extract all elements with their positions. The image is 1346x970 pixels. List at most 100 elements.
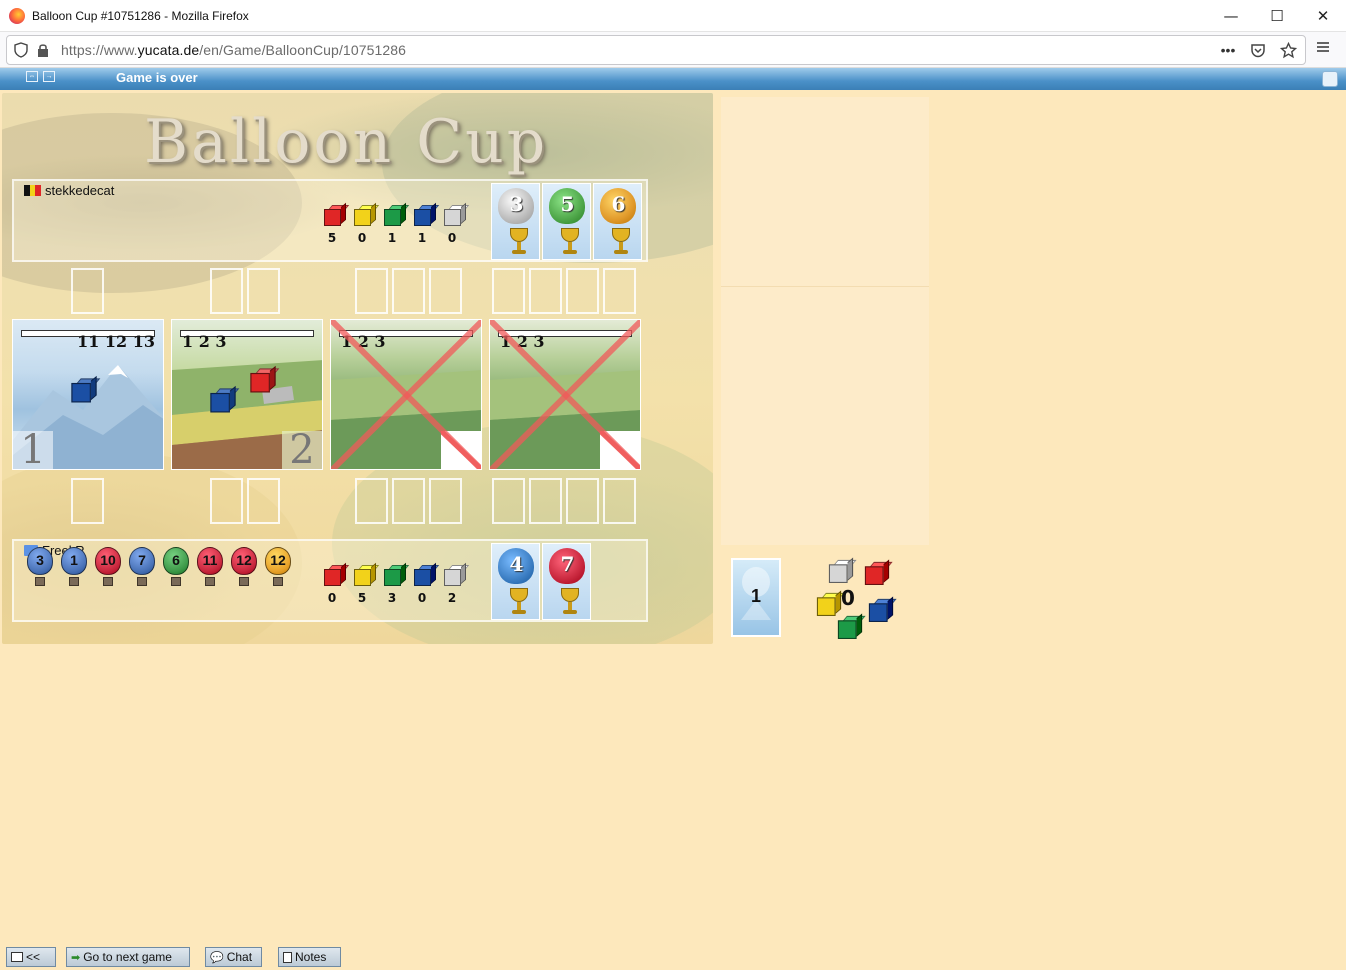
notes-icon (283, 951, 292, 963)
cube-count: 1 (417, 231, 427, 245)
hand-balloon-card[interactable]: 3 (25, 547, 55, 591)
lock-icon[interactable] (35, 42, 51, 58)
blue-cube (414, 202, 440, 227)
game-status-text: Game is over (116, 70, 198, 85)
trophy-card: 5 (542, 183, 591, 260)
url-prefix: https://www. (61, 42, 138, 58)
trophy-number: 4 (509, 552, 524, 576)
balloon-number: 11 (202, 552, 218, 568)
trophy-number: 5 (560, 192, 575, 216)
minimize-button[interactable]: — (1208, 0, 1254, 32)
pocket-icon[interactable] (1249, 41, 1267, 59)
hamburger-menu-icon[interactable] (1316, 40, 1334, 58)
trophy-cup-icon (610, 228, 632, 256)
tile-plains-crossed: 1 2 3 (330, 319, 482, 470)
tile-mountain: 11 12 13 1 (12, 319, 164, 470)
trophy-cup-icon (559, 228, 581, 256)
card-slot (529, 268, 562, 314)
side-panel-divider (721, 286, 929, 287)
url-text[interactable]: https://www.yucata.de/en/Game/BalloonCup… (61, 42, 406, 58)
hand-balloon-card[interactable]: 1 (59, 547, 89, 591)
hand-balloon-card[interactable]: 10 (93, 547, 123, 591)
hand-balloon-card[interactable]: 11 (195, 547, 225, 591)
card-slot (392, 478, 425, 524)
card-slot (492, 268, 525, 314)
scale-right-numbers: 11 12 13 (77, 332, 155, 351)
trophy-card: 3 (491, 183, 540, 260)
yellow-cube (816, 590, 845, 617)
chat-label: Chat (226, 950, 253, 964)
card-slot (247, 268, 280, 314)
maximize-button[interactable]: ☐ (1254, 0, 1300, 32)
next-game-label: Go to next game (83, 950, 172, 964)
balloon-number: 7 (138, 552, 146, 568)
crossed-out-mark (490, 320, 640, 469)
cube-count: 3 (387, 591, 397, 605)
cube-count: 5 (357, 591, 367, 605)
balloon-basket (69, 577, 79, 586)
card-slot (429, 268, 462, 314)
tile-fields: 1 2 3 2 (171, 319, 323, 470)
notes-button[interactable]: Notes (278, 947, 341, 967)
scale-bar: 11 12 13 (21, 328, 155, 354)
player-panel-stekkedecat: stekkedecat 5 0 1 1 0 3 5 6 (12, 179, 648, 262)
deck-count: 1 (750, 586, 761, 606)
green-cube (837, 613, 866, 640)
blue-cube (868, 596, 897, 623)
close-button[interactable]: ✕ (1300, 0, 1346, 32)
red-cube (324, 562, 350, 587)
balloon-number: 3 (36, 552, 44, 568)
yellow-cube (354, 202, 380, 227)
card-slot (429, 478, 462, 524)
trophy-number: 7 (560, 552, 575, 576)
hand-balloon-card[interactable]: 12 (263, 547, 293, 591)
card-slot (71, 478, 104, 524)
card-slot (210, 268, 243, 314)
balloon-number: 12 (270, 552, 286, 568)
balloon-number: 10 (100, 552, 116, 568)
exit-icon[interactable]: → (43, 71, 55, 82)
back-button-label: << (26, 950, 41, 964)
card-slot (603, 268, 636, 314)
game-board: Balloon Cup stekkedecat 50110 356 11 12 … (2, 93, 713, 644)
trophy-card: 4 (491, 543, 540, 620)
scale-left-numbers: 1 2 3 (182, 332, 227, 351)
firefox-logo-icon (9, 7, 25, 24)
card-slot (210, 478, 243, 524)
window-title: Balloon Cup #10751286 - Mozilla Firefox (32, 8, 249, 23)
fullscreen-icon[interactable]: ⇔ (26, 71, 38, 82)
back-button[interactable]: << (6, 947, 56, 967)
refresh-icon[interactable] (1322, 71, 1338, 87)
url-path: /en/Game/BalloonCup/10751286 (199, 42, 407, 58)
cube-count: 0 (327, 591, 337, 605)
gray-cube (444, 202, 470, 227)
browser-navbar: https://www.yucata.de/en/Game/BalloonCup… (0, 32, 1346, 68)
tile-number: 2 (282, 430, 322, 469)
hand-balloon-card[interactable]: 12 (229, 547, 259, 591)
tile-number: 1 (13, 430, 53, 469)
chat-button[interactable]: 💬 Chat (205, 947, 262, 967)
balloon-number: 6 (172, 552, 180, 568)
blue-cube (414, 562, 440, 587)
hand-balloon-card[interactable]: 7 (127, 547, 157, 591)
cube-count: 0 (447, 231, 457, 245)
green-cube (384, 202, 410, 227)
card-slot (566, 268, 599, 314)
notes-label: Notes (295, 950, 327, 964)
game-status-bar: ⇔ → Game is over (0, 68, 1346, 90)
more-actions-icon[interactable]: ••• (1219, 41, 1237, 59)
hand-balloon-card[interactable]: 6 (161, 547, 191, 591)
balloon-basket (239, 577, 249, 586)
shield-icon[interactable] (13, 42, 29, 58)
card-slot (392, 268, 425, 314)
player-panel-freekr: FreekR 3 1 10 7 6 11 12 12 05302 47 (12, 539, 648, 622)
card-slot (355, 478, 388, 524)
card-slot (566, 478, 599, 524)
bookmark-star-icon[interactable] (1279, 41, 1297, 59)
red-cube (250, 365, 280, 393)
scale-bar: 1 2 3 (180, 328, 314, 354)
balloon-basket (103, 577, 113, 586)
crossed-out-mark (331, 320, 481, 469)
next-game-button[interactable]: ➡ Go to next game (66, 947, 190, 967)
url-bar[interactable]: https://www.yucata.de/en/Game/BalloonCup… (6, 35, 1306, 65)
